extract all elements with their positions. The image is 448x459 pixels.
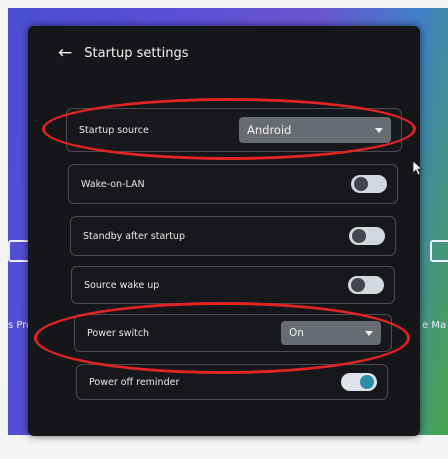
page-title: Startup settings bbox=[84, 45, 189, 61]
source-wake-up-row[interactable]: Source wake up bbox=[71, 266, 395, 304]
standby-after-startup-label: Standby after startup bbox=[83, 230, 185, 242]
annotation-circle-startup-source bbox=[42, 98, 416, 160]
mouse-cursor-icon bbox=[412, 160, 422, 176]
standby-after-startup-toggle[interactable] bbox=[349, 227, 385, 245]
toggle-knob bbox=[360, 375, 374, 389]
wake-on-lan-toggle[interactable] bbox=[351, 175, 387, 193]
wake-on-lan-row[interactable]: Wake-on-LAN bbox=[68, 164, 398, 204]
settings-panel: ← Startup settings Startup source Androi… bbox=[28, 26, 420, 436]
toggle-knob bbox=[352, 229, 366, 243]
arrow-left-icon[interactable]: ← bbox=[58, 43, 72, 63]
toggle-knob bbox=[354, 177, 368, 191]
power-off-reminder-label: Power off reminder bbox=[89, 376, 180, 388]
source-wake-up-toggle[interactable] bbox=[348, 276, 384, 294]
power-off-reminder-toggle[interactable] bbox=[341, 373, 377, 391]
folder-icon bbox=[430, 240, 448, 262]
wake-on-lan-label: Wake-on-LAN bbox=[81, 178, 145, 190]
desktop-label-right: e Ma bbox=[422, 320, 447, 331]
settings-header: ← Startup settings bbox=[58, 42, 188, 64]
annotation-circle-power-switch bbox=[34, 302, 410, 374]
standby-after-startup-row[interactable]: Standby after startup bbox=[70, 216, 396, 256]
toggle-knob bbox=[351, 278, 365, 292]
source-wake-up-label: Source wake up bbox=[84, 279, 160, 291]
